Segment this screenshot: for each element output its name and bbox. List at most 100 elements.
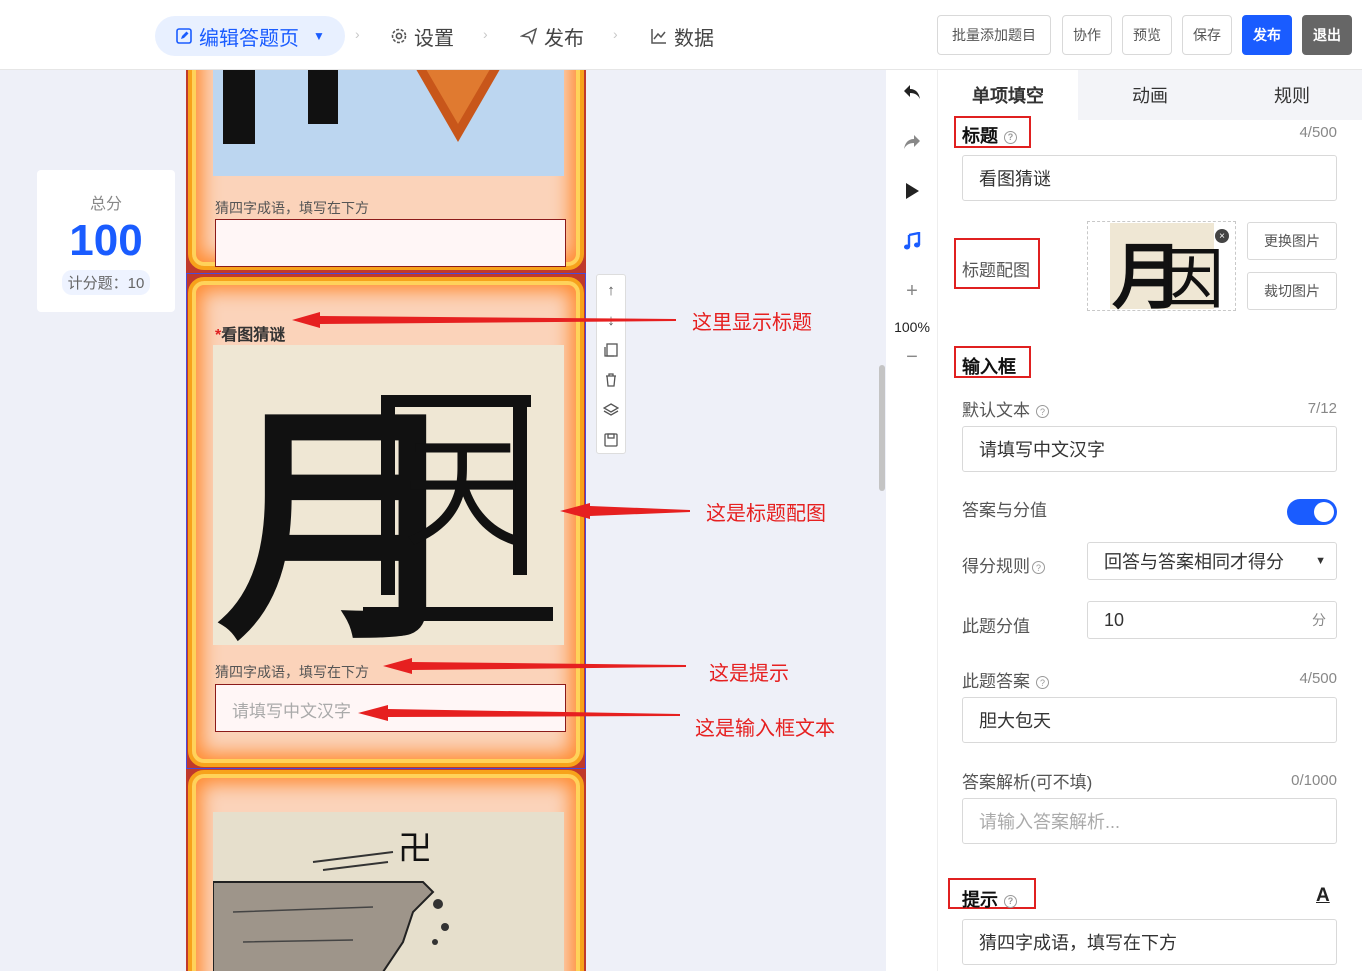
step-separator: › bbox=[355, 26, 360, 42]
zoom-level: 100% bbox=[894, 319, 930, 335]
close-icon[interactable]: × bbox=[1215, 229, 1229, 243]
answer-score-toggle[interactable] bbox=[1287, 499, 1337, 525]
analysis-label: 答案解析(可不填) bbox=[962, 773, 1093, 792]
preview-button[interactable]: 预览 bbox=[1122, 15, 1172, 55]
score-label: 总分 bbox=[89, 196, 122, 213]
send-icon bbox=[520, 27, 538, 45]
save-button[interactable]: 保存 bbox=[1182, 15, 1232, 55]
gear-icon bbox=[390, 27, 408, 45]
score-rule-select[interactable]: 回答与答案相同才得分 ▼ bbox=[1087, 542, 1337, 580]
title-label: 标题? bbox=[962, 122, 1017, 148]
annotation-title: 这里显示标题 bbox=[692, 312, 812, 334]
image-label: 标题配图 bbox=[962, 261, 1030, 280]
help-icon: ? bbox=[1004, 130, 1017, 144]
input-section-label: 输入框 bbox=[962, 357, 1016, 377]
score-value: 100 bbox=[69, 216, 143, 265]
svg-text:卍: 卍 bbox=[398, 829, 432, 869]
step-edit-label: 编辑答题页 bbox=[199, 27, 299, 50]
move-down-icon[interactable]: ↓ bbox=[597, 305, 625, 335]
svg-text:因: 因 bbox=[1158, 241, 1224, 310]
question-title: *看图猜谜 bbox=[215, 327, 286, 344]
title-image-preview: 月 因 × bbox=[1087, 221, 1236, 319]
crop-image-button[interactable]: 裁切图片 bbox=[1247, 272, 1337, 310]
question-image bbox=[213, 70, 564, 176]
step-data[interactable]: 数据 bbox=[650, 16, 714, 56]
tab-animation[interactable]: 动画 bbox=[1080, 70, 1220, 120]
edit-icon bbox=[175, 27, 193, 45]
scored-question-count: 计分题：10 bbox=[61, 270, 151, 295]
answer-label: 此题答案? bbox=[962, 667, 1049, 692]
analysis-count: 0/1000 bbox=[1291, 772, 1337, 789]
chevron-down-icon[interactable]: ▼ bbox=[313, 29, 325, 43]
step-publish[interactable]: 发布 bbox=[520, 16, 584, 56]
panel-tabs: 单项填空 动画 规则 bbox=[938, 70, 1362, 120]
score-rule-label: 得分规则? bbox=[962, 552, 1045, 577]
exit-button[interactable]: 退出 bbox=[1302, 15, 1352, 55]
question-image: 月 天 bbox=[213, 345, 564, 645]
title-input[interactable]: 看图猜谜 bbox=[962, 155, 1337, 201]
step-separator: › bbox=[483, 26, 488, 42]
question-score-label: 此题分值 bbox=[962, 617, 1030, 636]
title-count: 4/500 bbox=[1299, 124, 1337, 141]
answer-input-field[interactable]: 胆大包天 bbox=[962, 697, 1337, 743]
analysis-input[interactable]: 请输入答案解析... bbox=[962, 798, 1337, 844]
help-icon: ? bbox=[1032, 561, 1045, 575]
annotation-image: 这是标题配图 bbox=[706, 503, 826, 525]
question-hint: 猜四字成语，填写在下方 bbox=[215, 664, 369, 680]
question-card[interactable]: 猜四字成语，填写在下方 bbox=[188, 70, 584, 270]
answer-count: 4/500 bbox=[1299, 670, 1337, 687]
hint-label: 提示? bbox=[962, 886, 1017, 912]
step-data-label: 数据 bbox=[674, 27, 714, 50]
move-up-icon[interactable]: ↑ bbox=[597, 275, 625, 305]
chart-icon bbox=[650, 27, 668, 45]
input-placeholder: 请填写中文汉字 bbox=[232, 702, 351, 721]
step-separator: › bbox=[613, 26, 618, 42]
annotation-input: 这是输入框文本 bbox=[695, 718, 835, 740]
top-bar: 编辑答题页 ▼ › 设置 › 发布 › 数据 批量添加题目 协作 预览 保存 发… bbox=[0, 0, 1362, 70]
tab-single-fill[interactable]: 单项填空 bbox=[938, 70, 1078, 120]
card-toolbar: ↑ ↓ bbox=[596, 274, 626, 454]
zoom-in-icon[interactable]: + bbox=[886, 280, 938, 303]
music-icon[interactable] bbox=[886, 231, 938, 258]
collab-button[interactable]: 协作 bbox=[1062, 15, 1112, 55]
question-card[interactable]: 卍 bbox=[188, 770, 584, 971]
batch-add-button[interactable]: 批量添加题目 bbox=[937, 15, 1051, 55]
answer-input[interactable] bbox=[215, 219, 566, 267]
annotation-hint: 这是提示 bbox=[709, 663, 789, 685]
step-edit-page[interactable]: 编辑答题页 ▼ bbox=[155, 16, 345, 56]
copy-icon[interactable] bbox=[597, 335, 625, 365]
answer-score-label: 答案与分值 bbox=[962, 501, 1047, 520]
caret-down-icon: ▼ bbox=[1315, 555, 1326, 567]
step-settings-label: 设置 bbox=[414, 27, 454, 50]
score-card: 总分 100 计分题：10 bbox=[37, 170, 175, 312]
zoom-out-icon[interactable]: − bbox=[886, 346, 938, 369]
replace-image-button[interactable]: 更换图片 bbox=[1247, 222, 1337, 260]
publish-button[interactable]: 发布 bbox=[1242, 15, 1292, 55]
default-text-label: 默认文本? bbox=[962, 396, 1049, 421]
layers-icon[interactable] bbox=[597, 395, 625, 425]
play-icon[interactable] bbox=[886, 182, 938, 206]
canvas-scrollbar[interactable] bbox=[879, 365, 885, 491]
answer-input[interactable]: 请填写中文汉字 bbox=[215, 684, 566, 732]
step-publish-label: 发布 bbox=[544, 27, 584, 50]
hint-input[interactable]: 猜四字成语，填写在下方 bbox=[962, 919, 1337, 965]
help-icon: ? bbox=[1036, 405, 1049, 419]
tab-rules[interactable]: 规则 bbox=[1222, 70, 1362, 120]
delete-icon[interactable] bbox=[597, 365, 625, 395]
default-text-input[interactable]: 请填写中文汉字 bbox=[962, 426, 1337, 472]
help-icon: ? bbox=[1004, 894, 1017, 908]
zoom-toolbar: + 100% − bbox=[886, 70, 938, 971]
question-image: 卍 bbox=[213, 812, 564, 971]
undo-icon[interactable] bbox=[886, 82, 938, 108]
save-template-icon[interactable] bbox=[597, 425, 625, 455]
text-style-icon[interactable]: A bbox=[1316, 885, 1330, 907]
question-canvas: 猜四字成语，填写在下方 *看图猜谜 月 天 猜四字成语，填写在下方 请填写中文汉… bbox=[186, 70, 586, 971]
help-icon: ? bbox=[1036, 676, 1049, 690]
question-card-selected[interactable]: *看图猜谜 月 天 猜四字成语，填写在下方 请填写中文汉字 bbox=[188, 277, 584, 767]
step-settings[interactable]: 设置 bbox=[390, 16, 454, 56]
default-text-count: 7/12 bbox=[1307, 400, 1337, 417]
image-glyph-right: 天 bbox=[403, 425, 523, 564]
question-score-input[interactable]: 10 分 bbox=[1087, 601, 1337, 639]
redo-icon[interactable] bbox=[886, 132, 938, 158]
properties-panel: 单项填空 动画 规则 标题? 4/500 看图猜谜 标题配图 月 因 × 更换图… bbox=[938, 70, 1362, 971]
